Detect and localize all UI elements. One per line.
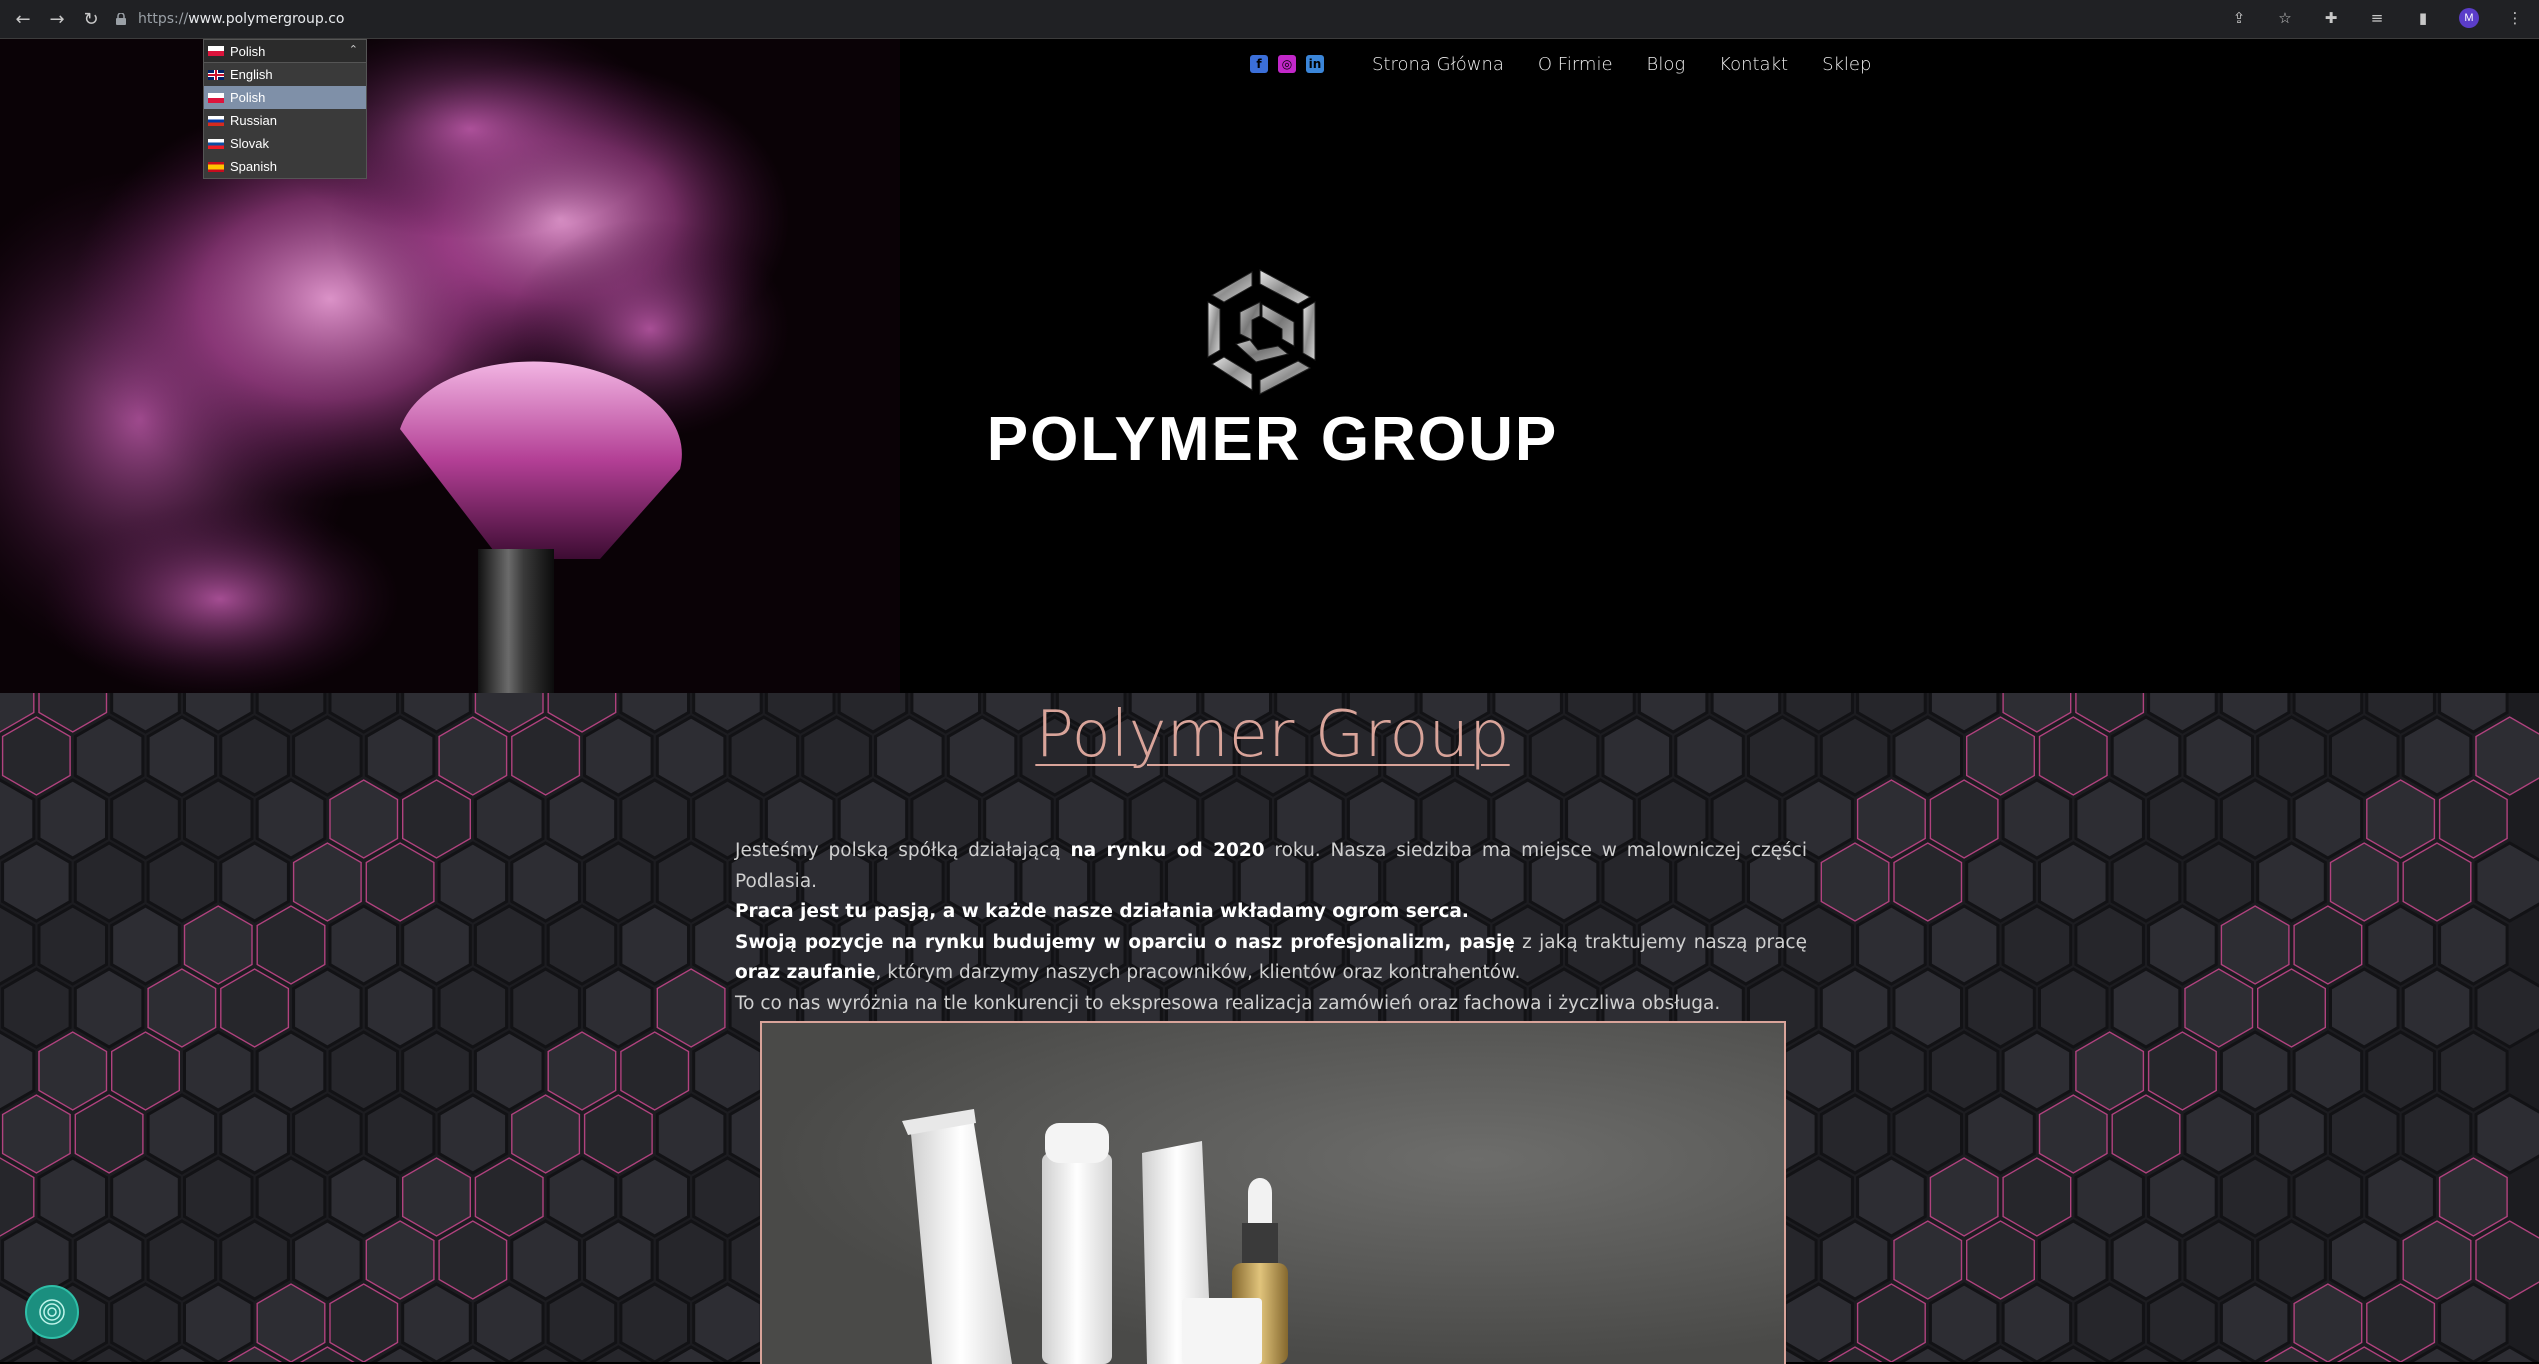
top-navigation: f ◎ in Strona Główna O Firmie Blog Konta… [1250,49,1871,79]
language-option-polish[interactable]: Polish [204,86,366,109]
chevron-up-icon: ⌃ [348,44,358,56]
pl-flag-icon [208,92,224,103]
cosmetic-bottles-image [902,1109,1288,1364]
about-p2: Praca jest tu pasją, a w każde nasze dzi… [735,901,1469,922]
about-p3-bold: Swoją pozycje na rynku budujemy w oparci… [735,931,1515,953]
section-title[interactable]: Polymer Group [900,698,1645,772]
url-scheme: https:// [138,11,189,27]
es-flag-icon [208,161,224,172]
language-option-label: English [230,67,273,82]
cookie-settings-button[interactable] [25,1285,79,1339]
nav-link-home[interactable]: Strona Główna [1372,54,1504,75]
ru-flag-icon [208,115,224,126]
language-option-label: Polish [230,90,266,105]
menu-icon[interactable]: ⋮ [2505,8,2525,28]
about-p3-bold2: oraz zaufanie [735,962,876,983]
share-icon[interactable]: ⇪ [2229,8,2249,28]
side-panel-icon[interactable]: ▮ [2413,8,2433,28]
about-p3-end: , którym darzymy naszych pracowników, kl… [875,962,1521,983]
about-p3-mid: z jaką traktujemy naszą pracę [1514,931,1807,953]
nav-link-about[interactable]: O Firmie [1538,54,1613,75]
social-links: f ◎ in [1250,55,1324,73]
language-dropdown[interactable]: Polish ⌃ English Polish Russian Slovak S… [203,39,367,179]
uk-flag-icon [208,69,224,80]
polymer-logo-icon [1207,269,1316,395]
facebook-icon[interactable]: f [1250,55,1268,73]
language-option-slovak[interactable]: Slovak [204,132,366,155]
about-p1-bold: na rynku od 2020 [1070,840,1265,861]
nav-link-shop[interactable]: Sklep [1822,54,1871,75]
forward-icon[interactable]: → [46,8,68,30]
language-option-russian[interactable]: Russian [204,109,366,132]
url-host: www.polymergroup.co [188,11,345,27]
language-selected[interactable]: Polish ⌃ [204,40,366,63]
about-text: Jesteśmy polską spółką działającą na ryn… [735,836,1807,1019]
reading-list-icon[interactable]: ≡ [2367,8,2387,28]
language-option-label: Russian [230,113,277,128]
instagram-icon[interactable]: ◎ [1278,55,1296,73]
fingerprint-icon [39,1299,65,1325]
lock-icon [116,13,126,25]
sk-flag-icon [208,138,224,149]
language-option-spanish[interactable]: Spanish [204,155,366,178]
language-option-label: Slovak [230,136,270,151]
language-option-english[interactable]: English [204,63,366,86]
about-p4: To co nas wyróżnia na tle konkurencji to… [735,992,1721,1014]
makeup-brush-image [0,39,900,693]
linkedin-icon[interactable]: in [1306,55,1324,73]
nav-link-blog[interactable]: Blog [1647,54,1686,75]
language-selected-label: Polish [230,43,266,59]
pl-flag-icon [208,46,224,56]
language-option-label: Spanish [230,159,277,174]
brand-title: POLYMER GROUP [986,405,1559,474]
extensions-icon[interactable]: ✚ [2321,8,2341,28]
profile-avatar[interactable]: M [2459,8,2479,28]
browser-toolbar: ← → ↻ https://www.polymergroup.co ⇪ ☆ ✚ … [0,0,2539,39]
cosmetics-photo [760,1021,1786,1364]
back-icon[interactable]: ← [12,8,34,30]
nav-link-contact[interactable]: Kontakt [1719,54,1788,75]
star-icon[interactable]: ☆ [2275,8,2295,28]
hero-section: f ◎ in Strona Główna O Firmie Blog Konta… [0,39,2539,693]
reload-icon[interactable]: ↻ [80,8,102,30]
address-bar[interactable]: https://www.polymergroup.co [116,7,2316,31]
about-p1-start: Jesteśmy polską spółką działającą [735,840,1071,861]
